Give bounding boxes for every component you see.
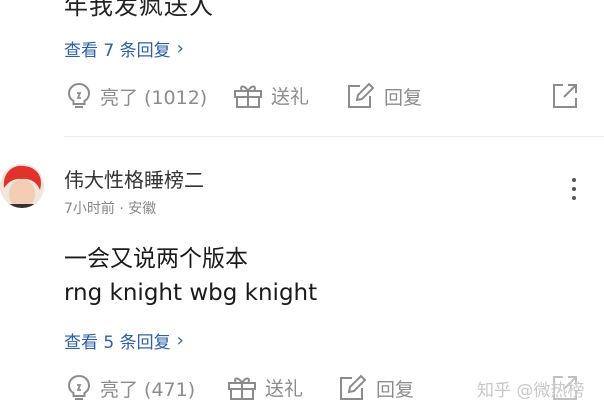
gift-icon	[234, 85, 262, 108]
like-label: 亮了 (471)	[100, 378, 196, 401]
view-replies-label: 查看 7 条回复	[64, 41, 171, 61]
like-button-prev[interactable]: 亮了 (1012)	[66, 82, 207, 110]
view-replies-link[interactable]: 查看 5 条回复 ›	[64, 328, 184, 353]
chevron-right-icon: ›	[176, 38, 184, 59]
reply-button[interactable]: 回复	[338, 374, 414, 402]
watermark: 知乎 @微热榜	[477, 381, 585, 401]
view-replies-label: 查看 5 条回复	[64, 333, 171, 353]
gift-button-prev[interactable]: 送礼	[233, 82, 309, 109]
like-label: 亮了 (1012)	[100, 86, 208, 109]
avatar[interactable]	[0, 164, 44, 208]
edit-icon	[348, 82, 375, 108]
gift-label: 送礼	[271, 86, 310, 108]
like-button[interactable]: 亮了 (471)	[66, 374, 195, 402]
edit-icon	[340, 374, 367, 400]
reply-button-prev[interactable]: 回复	[346, 82, 422, 110]
gift-label: 送礼	[265, 378, 304, 400]
previous-comment-text: 年我发疯送人	[64, 0, 214, 20]
username[interactable]: 伟大性格睡榜二	[64, 164, 204, 193]
view-replies-link-prev[interactable]: 查看 7 条回复 ›	[64, 36, 184, 61]
bulb-icon	[67, 374, 91, 400]
comment-meta: 7小时前 · 安徽	[64, 201, 157, 217]
more-vertical-icon[interactable]	[566, 178, 582, 206]
chevron-right-icon: ›	[176, 330, 184, 351]
gift-button[interactable]: 送礼	[227, 374, 303, 401]
comment-line: 一会又说两个版本	[64, 246, 248, 272]
reply-label: 回复	[376, 378, 415, 401]
share-icon	[553, 84, 577, 108]
gift-icon	[228, 377, 256, 400]
share-button-prev[interactable]	[551, 82, 579, 114]
comment-divider	[64, 136, 604, 137]
comment-line: rng knight wbg knight	[64, 280, 318, 306]
bulb-icon	[67, 82, 91, 108]
reply-label: 回复	[384, 86, 423, 109]
